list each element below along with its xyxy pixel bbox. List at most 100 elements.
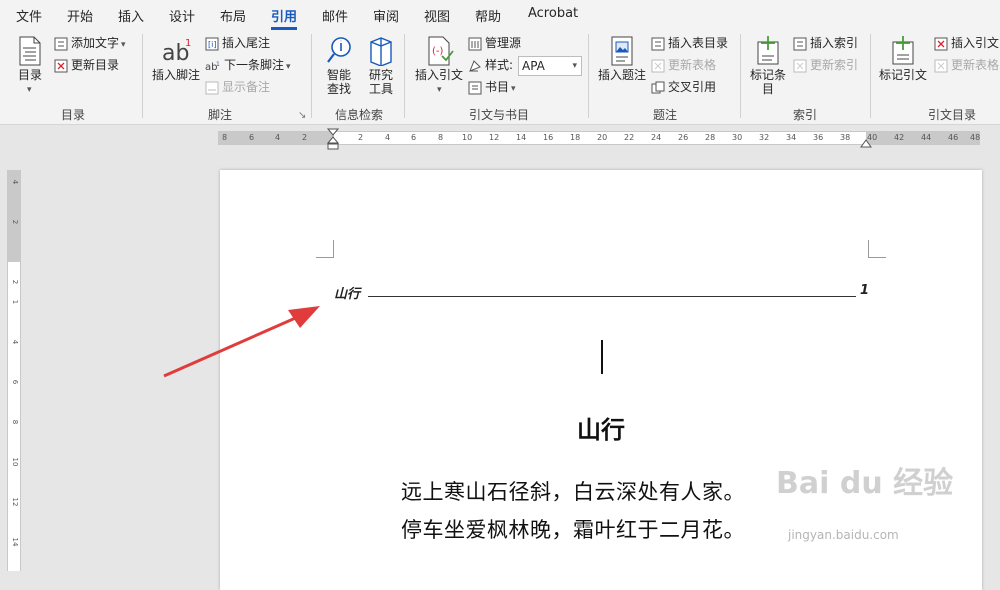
horizontal-ruler[interactable]: 8 6 4 2 2 4 6 8 10 12 14 16 18 20 22 24 … [0, 126, 1000, 150]
mark-entry-button[interactable]: 标记条目 [750, 36, 786, 96]
mark-entry-icon [754, 36, 782, 66]
group-label-research: 信息检索 [322, 106, 396, 123]
insert-index-button[interactable]: 插入索引 [793, 34, 858, 52]
ruler-number: 2 [358, 132, 363, 144]
update-table-of-authorities-button[interactable]: 更新表格 [934, 56, 999, 74]
header-title[interactable]: 山行 [334, 283, 360, 302]
index-icon [793, 37, 807, 51]
tab-file[interactable]: 文件 [16, 6, 42, 25]
ribbon-divider [870, 34, 871, 118]
ruler-number: 22 [624, 132, 634, 144]
right-indent-marker-icon[interactable] [860, 136, 872, 148]
dialog-launcher-icon[interactable]: ↘ [298, 110, 306, 121]
group-label-toc: 目录 [48, 106, 98, 123]
cross-reference-button[interactable]: 交叉引用 [651, 78, 716, 96]
update-toc-button[interactable]: 更新目录 [54, 56, 119, 74]
ruler-number: 12 [11, 496, 19, 508]
mark-citation-button[interactable]: 标记引文 [878, 36, 928, 82]
ruler-number: 24 [651, 132, 661, 144]
poem-line[interactable]: 远上寒山石径斜，白云深处有人家。 [401, 476, 745, 506]
researcher-button[interactable]: 研究工具 [364, 36, 398, 96]
tab-view[interactable]: 视图 [424, 6, 450, 25]
insert-table-of-figures-label: 插入表目录 [668, 36, 728, 50]
ruler-number: 16 [543, 132, 553, 144]
bibliography-button[interactable]: 书目▾ [468, 78, 516, 96]
insert-caption-button[interactable]: 插入题注 [596, 36, 648, 82]
ruler-number: 38 [840, 132, 850, 144]
update-table-icon [651, 59, 665, 73]
next-footnote-label: 下一条脚注 [224, 58, 284, 72]
tab-review[interactable]: 审阅 [373, 6, 399, 25]
document-title[interactable]: 山行 [220, 410, 982, 445]
group-label-footnotes: 脚注 [195, 106, 245, 123]
cross-reference-icon [651, 81, 665, 95]
ruler-number: 10 [462, 132, 472, 144]
ribbon: 目录 ▾ 添加文字▾ 更新目录 目录 ab 1 插入脚注 [i] 插入尾注 ab… [0, 30, 1000, 125]
bibliography-label: 书目 [485, 80, 509, 94]
group-label-index: 索引 [780, 106, 830, 123]
toc-dropdown-caret[interactable]: ▾ [27, 85, 32, 95]
ruler-number: 10 [11, 456, 19, 468]
add-text-label: 添加文字 [71, 36, 119, 50]
ruler-number: 4 [385, 132, 390, 144]
citation-dropdown-caret[interactable]: ▾ [437, 85, 442, 95]
tab-layout[interactable]: 布局 [220, 6, 246, 25]
ruler-number: 26 [678, 132, 688, 144]
tab-acrobat[interactable]: Acrobat [528, 6, 578, 21]
insert-table-of-authorities-button[interactable]: 插入引文目 [934, 34, 1000, 52]
caption-icon [608, 36, 636, 66]
vertical-ruler[interactable]: 4 2 2 1 4 6 8 10 12 14 [7, 170, 21, 571]
smart-lookup-button[interactable]: 智能查找 [322, 36, 356, 96]
tab-references[interactable]: 引用 [271, 6, 297, 25]
style-label-text: 样式: [485, 58, 513, 72]
ruler-number: 1 [11, 296, 19, 308]
manage-sources-icon [468, 37, 482, 51]
tab-mailings[interactable]: 邮件 [322, 6, 348, 25]
toc-label: 目录 [18, 68, 42, 82]
indent-marker-icon[interactable] [327, 128, 339, 150]
ruler-number: 14 [11, 536, 19, 548]
ruler-number: 12 [489, 132, 499, 144]
ruler-number: 42 [894, 132, 904, 144]
endnote-icon: [i] [205, 37, 219, 51]
ruler-number: 18 [570, 132, 580, 144]
header-page-number[interactable]: 1 [860, 283, 869, 298]
insert-footnote-button[interactable]: ab 1 插入脚注 [150, 36, 202, 82]
add-text-button[interactable]: 添加文字▾ [54, 34, 126, 52]
ruler-number: 46 [948, 132, 958, 144]
insert-endnote-button[interactable]: [i] 插入尾注 [205, 34, 270, 52]
manage-sources-button[interactable]: 管理源 [468, 34, 521, 52]
style-icon [468, 59, 482, 73]
smart-lookup-label: 智能查找 [327, 68, 351, 96]
poem-line[interactable]: 停车坐爱枫林晚，霜叶红于二月花。 [401, 514, 745, 544]
svg-text:[i]: [i] [208, 40, 216, 49]
text-cursor [601, 340, 603, 374]
toc-button[interactable]: 目录 [12, 36, 48, 82]
ruler-number: 6 [411, 132, 416, 144]
tab-home[interactable]: 开始 [67, 6, 93, 25]
tab-insert[interactable]: 插入 [118, 6, 144, 25]
document-page[interactable]: 山行 1 山行 远上寒山石径斜，白云深处有人家。 停车坐爱枫林晚，霜叶红于二月花… [220, 170, 982, 590]
footnote-icon: ab 1 [159, 36, 193, 66]
ruler-number: 2 [11, 276, 19, 288]
insert-index-label: 插入索引 [810, 36, 858, 50]
add-text-icon [54, 37, 68, 51]
insert-table-of-authorities-label: 插入引文目 [951, 36, 1000, 50]
citation-style-select[interactable]: APA ▾ [518, 56, 582, 76]
insert-citation-button[interactable]: (-) 插入引文 [414, 36, 464, 82]
ribbon-divider [588, 34, 589, 118]
insert-citation-label: 插入引文 [415, 68, 463, 82]
update-index-button[interactable]: 更新索引 [793, 56, 858, 74]
insert-table-of-figures-button[interactable]: 插入表目录 [651, 34, 728, 52]
group-label-captions: 题注 [640, 106, 690, 123]
show-notes-label: 显示备注 [222, 80, 270, 94]
citation-icon: (-) [424, 36, 454, 66]
tab-help[interactable]: 帮助 [475, 6, 501, 25]
baidu-watermark: Bai du 经验 [776, 458, 953, 502]
table-of-contents-icon [17, 36, 43, 66]
show-notes-button[interactable]: 显示备注 [205, 78, 270, 96]
ruler-number: 8 [11, 416, 19, 428]
next-footnote-button[interactable]: ab1 下一条脚注▾ [205, 56, 291, 74]
update-table-of-figures-button[interactable]: 更新表格 [651, 56, 716, 74]
tab-design[interactable]: 设计 [169, 6, 195, 25]
